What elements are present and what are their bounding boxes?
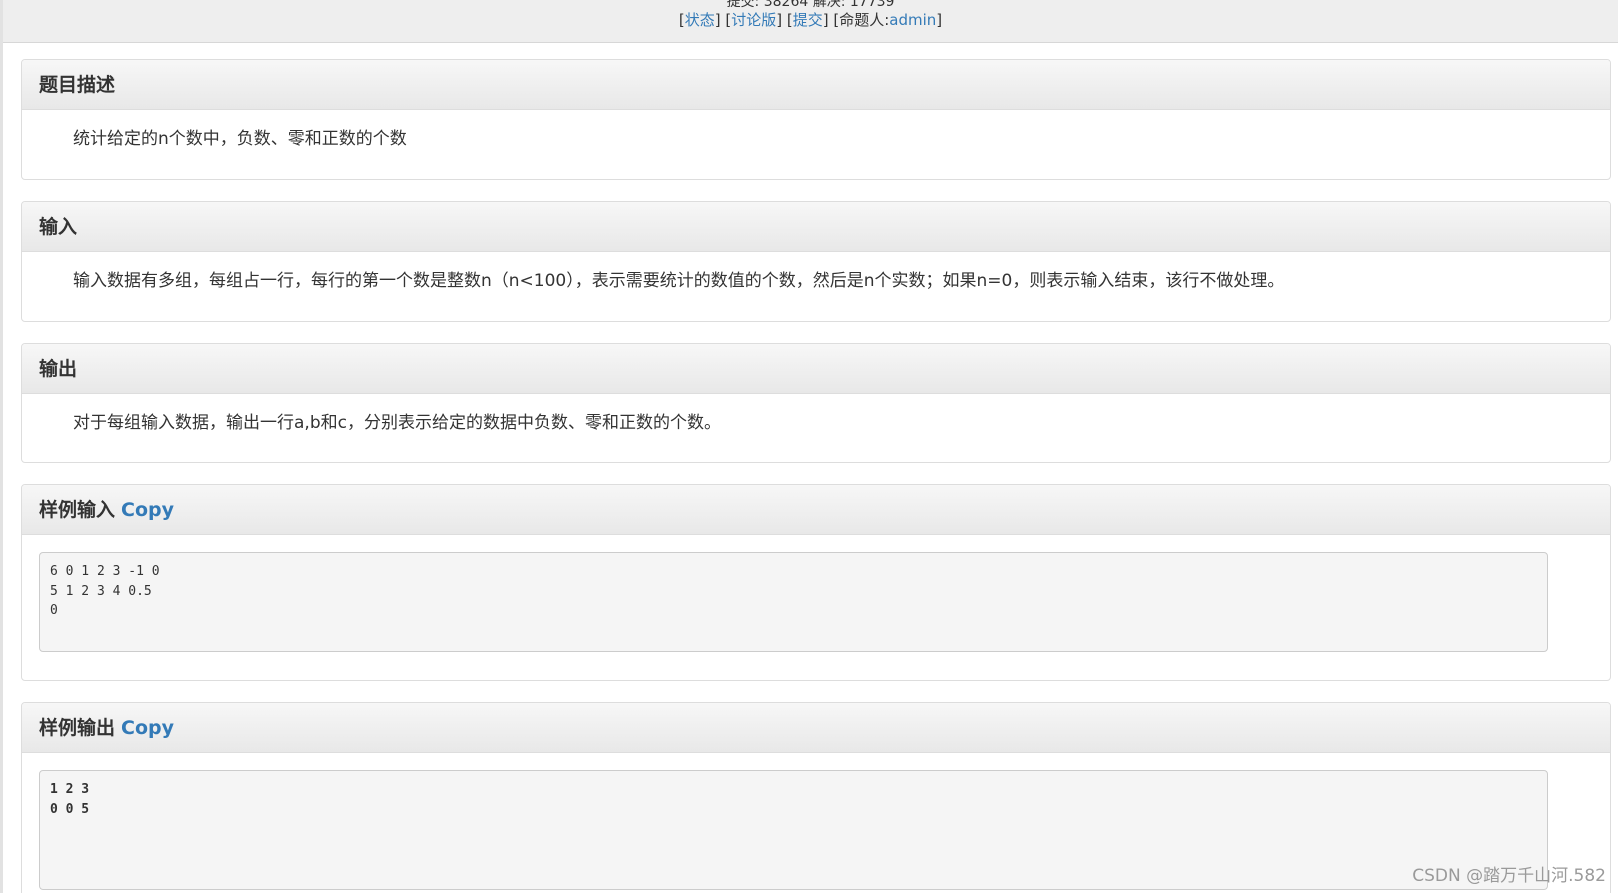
sample-input-heading: 样例输入 Copy — [22, 485, 1610, 535]
sample-output-panel: 样例输出 Copy 1 2 3 0 0 5 — [21, 702, 1611, 893]
sample-input-copy-button[interactable]: Copy — [121, 499, 174, 521]
setter-link[interactable]: admin — [889, 11, 936, 29]
input-panel: 输入 输入数据有多组，每组占一行，每行的第一个数是整数n（n<100），表示需要… — [21, 201, 1611, 322]
header-links: [状态] [讨论版] [提交] [命题人:admin] — [678, 11, 943, 29]
sample-output-copy-button[interactable]: Copy — [121, 717, 174, 739]
output-heading: 输出 — [22, 344, 1610, 394]
sample-input-panel: 样例输入 Copy 6 0 1 2 3 -1 0 5 1 2 3 4 0.5 0 — [21, 484, 1611, 681]
csdn-watermark: CSDN @踏万千山河.582 — [1412, 866, 1606, 886]
sample-output-title: 样例输出 — [39, 717, 116, 739]
problem-page: 提交: 38264 解决: 17739 [状态] [讨论版] [提交] [命题人… — [0, 0, 1618, 893]
sample-input-title: 样例输入 — [39, 499, 116, 521]
setter-label: 命题人: — [839, 11, 890, 29]
discuss-link[interactable]: 讨论版 — [731, 11, 776, 29]
sample-output-heading: 样例输出 Copy — [22, 703, 1610, 753]
input-body: 输入数据有多组，每组占一行，每行的第一个数是整数n（n<100），表示需要统计的… — [73, 271, 1285, 291]
output-panel: 输出 对于每组输入数据，输出一行a,b和c，分别表示给定的数据中负数、零和正数的… — [21, 343, 1611, 463]
left-border — [0, 0, 3, 893]
description-body: 统计给定的n个数中，负数、零和正数的个数 — [73, 129, 407, 149]
submit-link[interactable]: 提交 — [793, 11, 823, 29]
output-body: 对于每组输入数据，输出一行a,b和c，分别表示给定的数据中负数、零和正数的个数。 — [73, 413, 721, 433]
status-link[interactable]: 状态 — [685, 11, 715, 29]
input-heading: 输入 — [22, 202, 1610, 252]
description-panel: 题目描述 统计给定的n个数中，负数、零和正数的个数 — [21, 59, 1611, 180]
sample-output-box[interactable]: 1 2 3 0 0 5 — [39, 770, 1548, 890]
problem-header: 提交: 38264 解决: 17739 [状态] [讨论版] [提交] [命题人… — [3, 0, 1618, 43]
sample-input-box[interactable]: 6 0 1 2 3 -1 0 5 1 2 3 4 0.5 0 — [39, 552, 1548, 652]
description-heading: 题目描述 — [22, 60, 1610, 110]
